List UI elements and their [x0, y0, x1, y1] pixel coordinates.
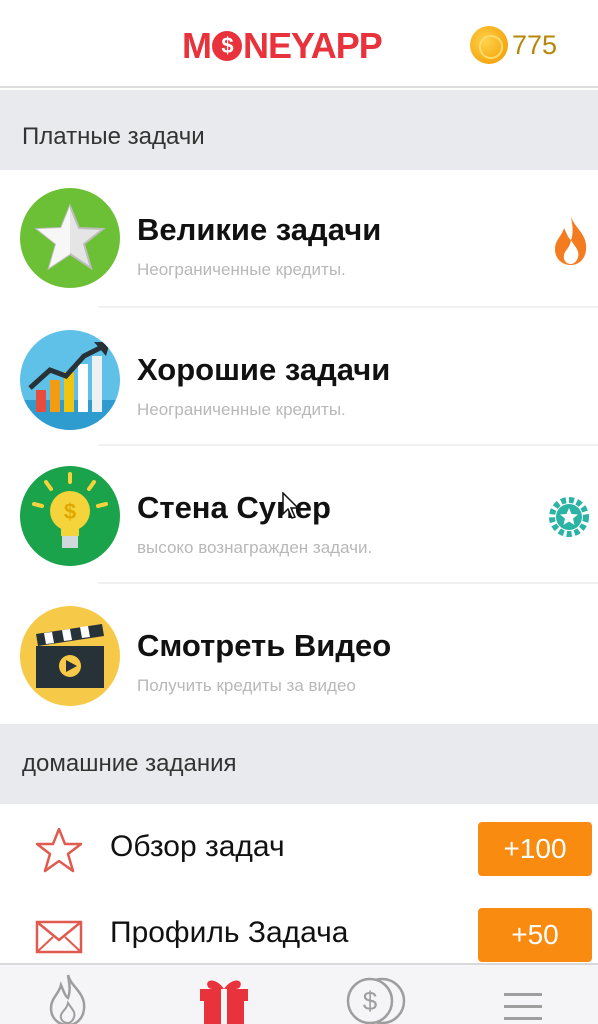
- gold-coin-icon: [470, 26, 508, 64]
- reward-button[interactable]: +50: [478, 908, 592, 962]
- task-subtitle: Неограниченные кредиты.: [137, 260, 346, 279]
- star-gear-icon: [548, 496, 590, 543]
- tab-gifts[interactable]: [196, 971, 260, 1024]
- home-task-label: Профиль Задача: [110, 916, 349, 949]
- task-great[interactable]: Великие задачи Неограниченные кредиты.: [0, 170, 598, 308]
- home-tasks-title: домашние задания: [22, 750, 237, 777]
- logo-dollar-icon: $: [212, 31, 242, 61]
- logo-suffix: NEYAPP: [243, 25, 383, 66]
- task-subtitle: высоко вознагражден задачи.: [137, 538, 373, 557]
- task-watch-video[interactable]: Смотреть Видео Получить кредиты за видео: [0, 584, 598, 722]
- task-title: Смотреть Видео: [137, 628, 392, 663]
- coins-icon: $: [346, 977, 406, 1024]
- svg-text:$: $: [64, 499, 76, 524]
- flame-icon: [552, 214, 590, 271]
- growth-chart-icon: [20, 330, 120, 430]
- home-tasks-header: домашние задания: [0, 724, 598, 804]
- app-header: M $ NEYAPP 775: [0, 0, 598, 88]
- home-task-label: Обзор задач: [110, 830, 285, 863]
- tab-hot[interactable]: [46, 971, 110, 1024]
- flame-tab-icon: [49, 974, 86, 1024]
- task-subtitle: Неограниченные кредиты.: [137, 400, 346, 419]
- coin-count: 775: [512, 29, 558, 60]
- reward-button[interactable]: +100: [478, 822, 592, 876]
- menu-icon: [504, 993, 542, 1020]
- tab-menu[interactable]: [498, 971, 562, 1024]
- lightbulb-icon: $: [20, 466, 120, 566]
- clapperboard-icon: [20, 606, 120, 706]
- svg-text:$: $: [363, 986, 378, 1016]
- coin-balance[interactable]: 775: [470, 26, 557, 64]
- task-good[interactable]: Хорошие задачи Неограниченные кредиты.: [0, 308, 598, 446]
- paid-tasks-header: Платные задачи: [0, 104, 598, 170]
- header-gap: [0, 90, 598, 104]
- tab-coins[interactable]: $: [342, 971, 406, 1024]
- mouse-cursor-icon: [282, 491, 302, 525]
- star-outline-icon: [34, 826, 84, 876]
- tab-bar: $: [0, 963, 598, 1024]
- task-subtitle: Получить кредиты за видео: [137, 676, 356, 695]
- paid-tasks-title: Платные задачи: [22, 123, 205, 150]
- gift-icon: [200, 980, 248, 1024]
- star-icon: [20, 188, 120, 288]
- home-task-review[interactable]: Обзор задач +100: [0, 806, 598, 892]
- task-title: Хорошие задачи: [137, 352, 391, 387]
- task-title: Великие задачи: [137, 212, 382, 247]
- logo-prefix: M: [182, 25, 212, 66]
- app-logo: M $ NEYAPP: [182, 25, 383, 66]
- envelope-icon: [34, 912, 84, 962]
